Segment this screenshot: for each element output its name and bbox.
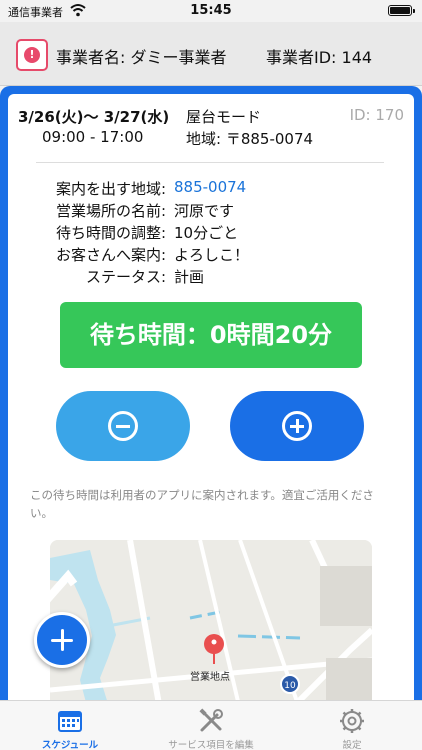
exclamation-icon: ! bbox=[24, 47, 40, 63]
status-bar: 通信事業者 15:45 bbox=[0, 0, 422, 22]
detail-value: 河原です bbox=[174, 202, 235, 220]
detail-label: お客さんへ案内: bbox=[55, 246, 166, 264]
tab-label: スケジュール bbox=[41, 740, 99, 750]
wait-time-banner: 待ち時間：0時間20分 bbox=[60, 302, 362, 368]
battery-icon bbox=[388, 5, 415, 16]
tab-schedule[interactable]: スケジュール bbox=[0, 701, 140, 750]
add-schedule-button[interactable] bbox=[34, 612, 90, 668]
alert-button[interactable]: ! bbox=[16, 39, 48, 71]
increase-wait-button[interactable] bbox=[230, 391, 364, 461]
plus-circle-icon bbox=[282, 411, 312, 441]
detail-value: よろしこ！ bbox=[174, 246, 250, 264]
date-range: 3/26(火)〜 3/27(水) bbox=[18, 108, 170, 126]
detail-label: 待ち時間の調整: bbox=[55, 224, 166, 242]
detail-row-place: 営業場所の名前: 河原です bbox=[8, 200, 414, 222]
divider bbox=[36, 162, 384, 163]
route-badge-text: 10 bbox=[284, 681, 296, 691]
minus-circle-icon bbox=[108, 411, 138, 441]
detail-label: ステータス: bbox=[85, 268, 166, 286]
detail-label: 案内を出す地域: bbox=[55, 180, 166, 198]
area-link[interactable]: 885-0074 bbox=[174, 178, 246, 196]
wait-time-note: この待ち時間は利用者のアプリに案内されます。適宜ご活用ください。 bbox=[30, 488, 374, 520]
calendar-icon bbox=[58, 711, 82, 732]
tab-label: サービス項目を編集 bbox=[168, 740, 254, 750]
header: ! 事業者名: ダミー事業者 事業者ID: 144 bbox=[0, 22, 422, 86]
detail-row-adjust: 待ち時間の調整: 10分ごと bbox=[8, 222, 414, 244]
business-hours: 09:00 - 17:00 bbox=[42, 128, 144, 146]
schedule-id: ID: 170 bbox=[349, 106, 404, 124]
detail-row-area: 案内を出す地域: 885-0074 bbox=[8, 178, 414, 200]
business-id: 事業者ID: 144 bbox=[266, 48, 373, 67]
tab-settings[interactable]: 設定 bbox=[282, 701, 422, 750]
detail-row-message: お客さんへ案内: よろしこ！ bbox=[8, 244, 414, 266]
map-pin-label: 営業地点 bbox=[190, 672, 230, 683]
gear-icon bbox=[340, 709, 364, 733]
mode-label: 屋台モード bbox=[186, 108, 262, 126]
detail-label: 営業場所の名前: bbox=[55, 202, 166, 220]
decrease-wait-button[interactable] bbox=[56, 391, 190, 461]
map-view[interactable]: 10 営業地点 bbox=[50, 540, 372, 706]
detail-value: 計画 bbox=[174, 268, 205, 286]
detail-value: 10分ごと bbox=[174, 224, 239, 242]
business-name: 事業者名: ダミー事業者 bbox=[56, 48, 227, 67]
tab-edit-services[interactable]: サービス項目を編集 bbox=[141, 701, 281, 750]
tools-icon bbox=[199, 708, 223, 732]
clock: 15:45 bbox=[190, 3, 232, 18]
tab-bar: スケジュール サービス項目を編集 設定 bbox=[0, 700, 422, 750]
tab-label: 設定 bbox=[342, 740, 362, 750]
detail-row-status: ステータス: 計画 bbox=[8, 266, 414, 288]
region-label: 地域: 〒885-0074 bbox=[186, 130, 314, 148]
